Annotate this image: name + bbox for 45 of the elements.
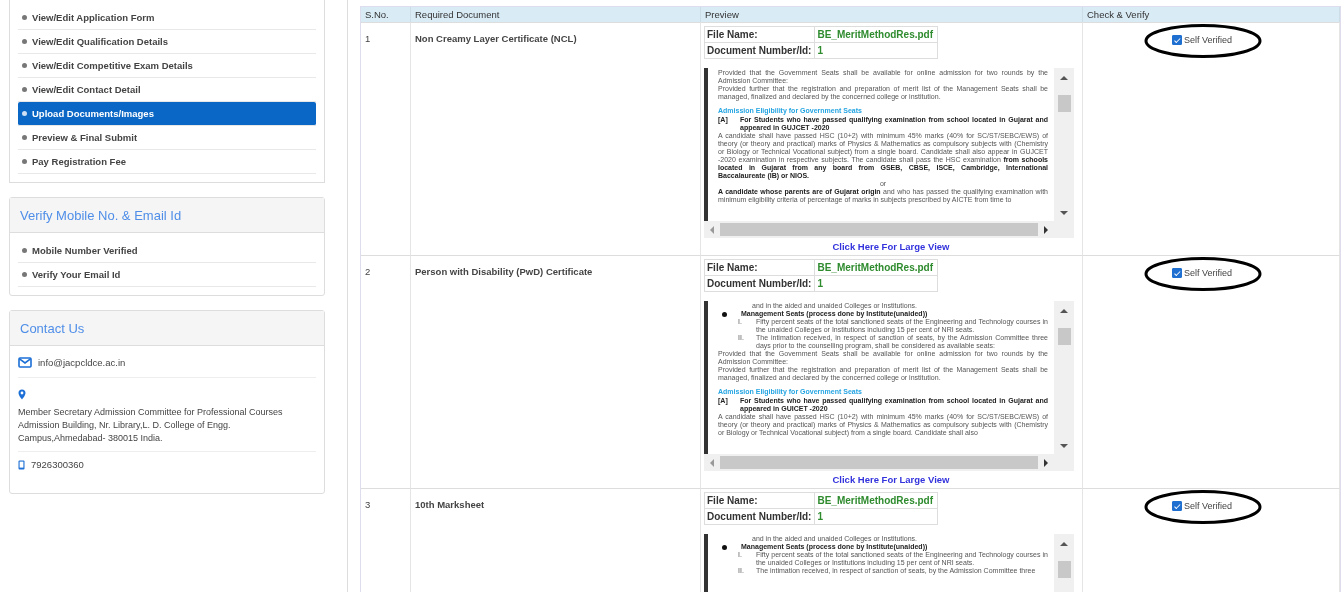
document-number: 1 — [816, 277, 824, 291]
panel-title: Verify Mobile No. & Email Id — [20, 207, 182, 223]
email-text: info@jacpcldce.ac.in — [38, 357, 126, 368]
column-header: S.No. — [361, 7, 411, 22]
field-label: File Name: — [705, 27, 816, 43]
column-header: Check & Verify — [1083, 7, 1340, 22]
phone-text: 7926300360 — [31, 459, 84, 470]
large-view-link[interactable]: Click Here For Large View — [832, 241, 950, 252]
self-verified-checkbox[interactable]: Self Verified — [1172, 501, 1335, 511]
nav-menu-item[interactable]: Preview & Final Submit — [18, 126, 316, 150]
large-view-link[interactable]: Click Here For Large View — [832, 474, 950, 485]
field-label: File Name: — [705, 493, 816, 509]
nav-menu-item[interactable]: View/Edit Qualification Details — [18, 30, 316, 54]
location-pin-icon — [18, 389, 26, 400]
file-name: BE_MeritMethodRes.pdf — [815, 260, 937, 276]
field-label: Document Number/Id: — [705, 276, 816, 291]
mail-icon — [18, 357, 32, 368]
document-number: 1 — [816, 510, 824, 524]
document-number: 1 — [816, 44, 824, 58]
nav-menu-item[interactable]: Pay Registration Fee — [18, 150, 316, 174]
panel-title: Contact Us — [20, 320, 85, 336]
field-label: Document Number/Id: — [705, 509, 816, 524]
bullet-icon — [722, 544, 727, 550]
nav-menu-item[interactable]: View/Edit Application Form — [18, 6, 316, 30]
bullet-icon — [722, 311, 727, 317]
column-header: Preview — [701, 7, 1083, 22]
column-header: Required Document — [411, 7, 701, 22]
serial-number: 3 — [365, 499, 371, 510]
nav-menu-item[interactable]: View/Edit Competitive Exam Details — [18, 54, 316, 78]
file-name: BE_MeritMethodRes.pdf — [815, 493, 937, 509]
serial-number: 2 — [365, 266, 371, 277]
nav-menu-item[interactable]: Upload Documents/Images — [18, 102, 316, 126]
self-verified-checkbox[interactable]: Self Verified — [1172, 35, 1335, 45]
verify-menu-item[interactable]: Verify Your Email Id — [18, 263, 316, 287]
field-label: File Name: — [705, 260, 816, 276]
phone-icon — [18, 459, 25, 470]
document-name: Person with Disability (PwD) Certificate — [415, 266, 593, 277]
verify-menu-item[interactable]: Mobile Number Verified — [18, 239, 316, 263]
self-verified-checkbox[interactable]: Self Verified — [1172, 268, 1335, 278]
address-text: Member Secretary Admission Committee for Professional Courses Admission Building, Nr. Library,L. D. College of Engg. Campus,Ahmedabad- 380015 India. — [18, 406, 284, 445]
document-name: Non Creamy Layer Certificate (NCL) — [415, 33, 577, 44]
file-name: BE_MeritMethodRes.pdf — [815, 27, 937, 43]
field-label: Document Number/Id: — [705, 43, 816, 58]
serial-number: 1 — [365, 33, 371, 44]
document-name: 10th Marksheet — [415, 499, 485, 510]
